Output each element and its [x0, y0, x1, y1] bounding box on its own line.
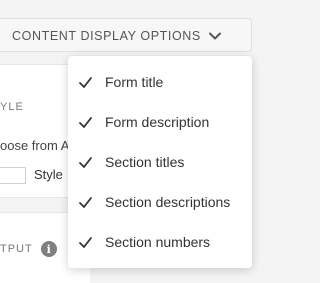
- style-heading: YLE: [0, 101, 24, 113]
- output-heading-label: TPUT: [0, 243, 33, 255]
- menu-item-label: Form description: [105, 114, 210, 130]
- checkmark-icon: [79, 196, 92, 208]
- info-icon[interactable]: i: [40, 241, 57, 257]
- content-display-options-menu: Form title Form description Section titl…: [68, 56, 252, 268]
- menu-item-label: Form title: [105, 74, 164, 90]
- toolbar: CONTENT DISPLAY OPTIONS: [0, 18, 252, 52]
- content-display-options-button[interactable]: CONTENT DISPLAY OPTIONS: [12, 19, 222, 53]
- menu-item-section-descriptions[interactable]: Section descriptions: [68, 182, 252, 222]
- menu-item-section-titles[interactable]: Section titles: [68, 142, 252, 182]
- checkmark-icon: [79, 116, 92, 128]
- menu-item-label: Section numbers: [105, 234, 211, 250]
- content-display-options-label: CONTENT DISPLAY OPTIONS: [12, 29, 201, 43]
- output-heading: TPUT i: [0, 241, 57, 257]
- menu-item-form-description[interactable]: Form description: [68, 102, 252, 142]
- style-label: Style: [34, 167, 63, 182]
- menu-item-section-numbers[interactable]: Section numbers: [68, 222, 252, 262]
- checkmark-icon: [79, 156, 92, 168]
- chevron-down-icon: [208, 32, 221, 40]
- menu-item-label: Section titles: [105, 154, 185, 170]
- menu-item-form-title[interactable]: Form title: [68, 62, 252, 102]
- menu-item-label: Section descriptions: [105, 194, 231, 210]
- checkmark-icon: [79, 76, 92, 88]
- checkmark-icon: [79, 236, 92, 248]
- style-input[interactable]: [0, 167, 26, 184]
- choose-from-text: oose from Ap: [0, 138, 77, 153]
